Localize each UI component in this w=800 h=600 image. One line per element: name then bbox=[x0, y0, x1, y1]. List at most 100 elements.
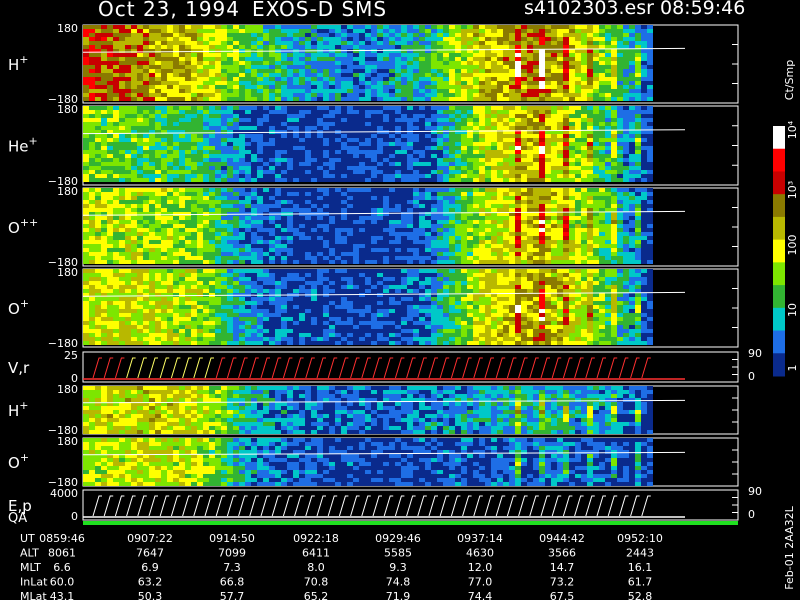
heatmap-cell bbox=[341, 93, 347, 97]
heatmap-cell bbox=[287, 174, 293, 178]
heatmap-cell bbox=[515, 126, 521, 130]
heatmap-cell bbox=[263, 85, 269, 89]
heatmap-cell bbox=[629, 97, 635, 101]
heatmap-cell bbox=[419, 220, 425, 224]
heatmap-cell bbox=[569, 93, 575, 97]
heatmap-cell bbox=[365, 220, 371, 224]
heatmap-cell bbox=[593, 126, 599, 130]
heatmap-cell bbox=[521, 178, 527, 182]
heatmap-cell bbox=[455, 106, 461, 110]
heatmap-cell bbox=[389, 244, 395, 248]
heatmap-cell bbox=[143, 236, 149, 240]
heatmap-cell bbox=[167, 188, 173, 192]
heatmap-cell bbox=[395, 37, 401, 41]
heatmap-cell bbox=[443, 196, 449, 200]
heatmap-cell bbox=[593, 25, 599, 29]
heatmap-cell bbox=[563, 37, 569, 41]
heatmap-cell bbox=[203, 134, 209, 138]
heatmap-cell bbox=[323, 150, 329, 154]
heatmap-cell bbox=[191, 212, 197, 216]
heatmap-cell bbox=[293, 170, 299, 174]
heatmap-cell bbox=[581, 49, 587, 53]
heatmap-cell bbox=[623, 93, 629, 97]
heatmap-cell bbox=[389, 73, 395, 77]
heatmap-cell bbox=[437, 73, 443, 77]
heatmap-cell bbox=[269, 37, 275, 41]
heatmap-cell bbox=[191, 208, 197, 212]
heatmap-cell bbox=[197, 256, 203, 260]
heatmap-cell bbox=[371, 93, 377, 97]
heatmap-cell bbox=[401, 224, 407, 228]
heatmap-cell bbox=[497, 61, 503, 65]
heatmap-cell bbox=[461, 248, 467, 252]
heatmap-cell bbox=[203, 57, 209, 61]
heatmap-cell bbox=[227, 196, 233, 200]
heatmap-cell bbox=[389, 170, 395, 174]
heatmap-cell bbox=[425, 118, 431, 122]
heatmap-cell bbox=[419, 200, 425, 204]
heatmap-cell bbox=[317, 110, 323, 114]
heatmap-cell bbox=[221, 208, 227, 212]
heatmap-cell bbox=[233, 126, 239, 130]
heatmap-cell bbox=[389, 33, 395, 37]
heatmap-cell bbox=[269, 106, 275, 110]
heatmap-cell bbox=[587, 158, 593, 162]
heatmap-cell bbox=[299, 236, 305, 240]
heatmap-cell bbox=[341, 220, 347, 224]
heatmap-cell bbox=[575, 154, 581, 158]
heatmap-cell bbox=[197, 134, 203, 138]
heatmap-cell bbox=[461, 158, 467, 162]
heatmap-cell bbox=[305, 114, 311, 118]
heatmap-cell bbox=[533, 69, 539, 73]
heatmap-cell bbox=[173, 146, 179, 150]
heatmap-cell bbox=[623, 73, 629, 77]
heatmap-cell bbox=[581, 146, 587, 150]
heatmap-cell bbox=[227, 244, 233, 248]
heatmap-cell bbox=[515, 97, 521, 101]
heatmap-cell bbox=[353, 236, 359, 240]
heatmap-cell bbox=[227, 114, 233, 118]
heatmap-cell bbox=[479, 232, 485, 236]
heatmap-cell bbox=[95, 208, 101, 212]
heatmap-cell bbox=[149, 244, 155, 248]
heatmap-cell bbox=[437, 29, 443, 33]
heatmap-cell bbox=[221, 134, 227, 138]
heatmap-cell bbox=[641, 53, 647, 57]
heatmap-cell bbox=[503, 252, 509, 256]
heatmap-cell bbox=[251, 138, 257, 142]
heatmap-cell bbox=[155, 33, 161, 37]
heatmap-cell bbox=[389, 134, 395, 138]
heatmap-cell bbox=[419, 244, 425, 248]
heatmap-cell bbox=[401, 53, 407, 57]
heatmap-cell bbox=[473, 73, 479, 77]
heatmap-cell bbox=[431, 256, 437, 260]
heatmap-cell bbox=[131, 65, 137, 69]
heatmap-cell bbox=[347, 93, 353, 97]
heatmap-cell bbox=[185, 142, 191, 146]
heatmap-cell bbox=[569, 77, 575, 81]
heatmap-cell bbox=[395, 93, 401, 97]
heatmap-cell bbox=[485, 232, 491, 236]
heatmap-cell bbox=[437, 178, 443, 182]
heatmap-cell bbox=[545, 126, 551, 130]
heatmap-cell bbox=[569, 142, 575, 146]
heatmap-cell bbox=[545, 81, 551, 85]
heatmap-cell bbox=[155, 224, 161, 228]
heatmap-cell bbox=[371, 33, 377, 37]
heatmap-cell bbox=[611, 37, 617, 41]
heatmap-cell bbox=[371, 118, 377, 122]
heatmap-cell bbox=[473, 93, 479, 97]
heatmap-cell bbox=[401, 232, 407, 236]
heatmap-cell bbox=[119, 204, 125, 208]
heatmap-cell bbox=[617, 166, 623, 170]
heatmap-cell bbox=[323, 188, 329, 192]
heatmap-cell bbox=[107, 89, 113, 93]
heatmap-cell bbox=[347, 45, 353, 49]
heatmap-cell bbox=[623, 37, 629, 41]
heatmap-cell bbox=[251, 57, 257, 61]
heatmap-cell bbox=[107, 37, 113, 41]
heatmap-cell bbox=[335, 196, 341, 200]
heatmap-cell bbox=[293, 158, 299, 162]
heatmap-cell bbox=[467, 174, 473, 178]
heatmap-cell bbox=[293, 41, 299, 45]
